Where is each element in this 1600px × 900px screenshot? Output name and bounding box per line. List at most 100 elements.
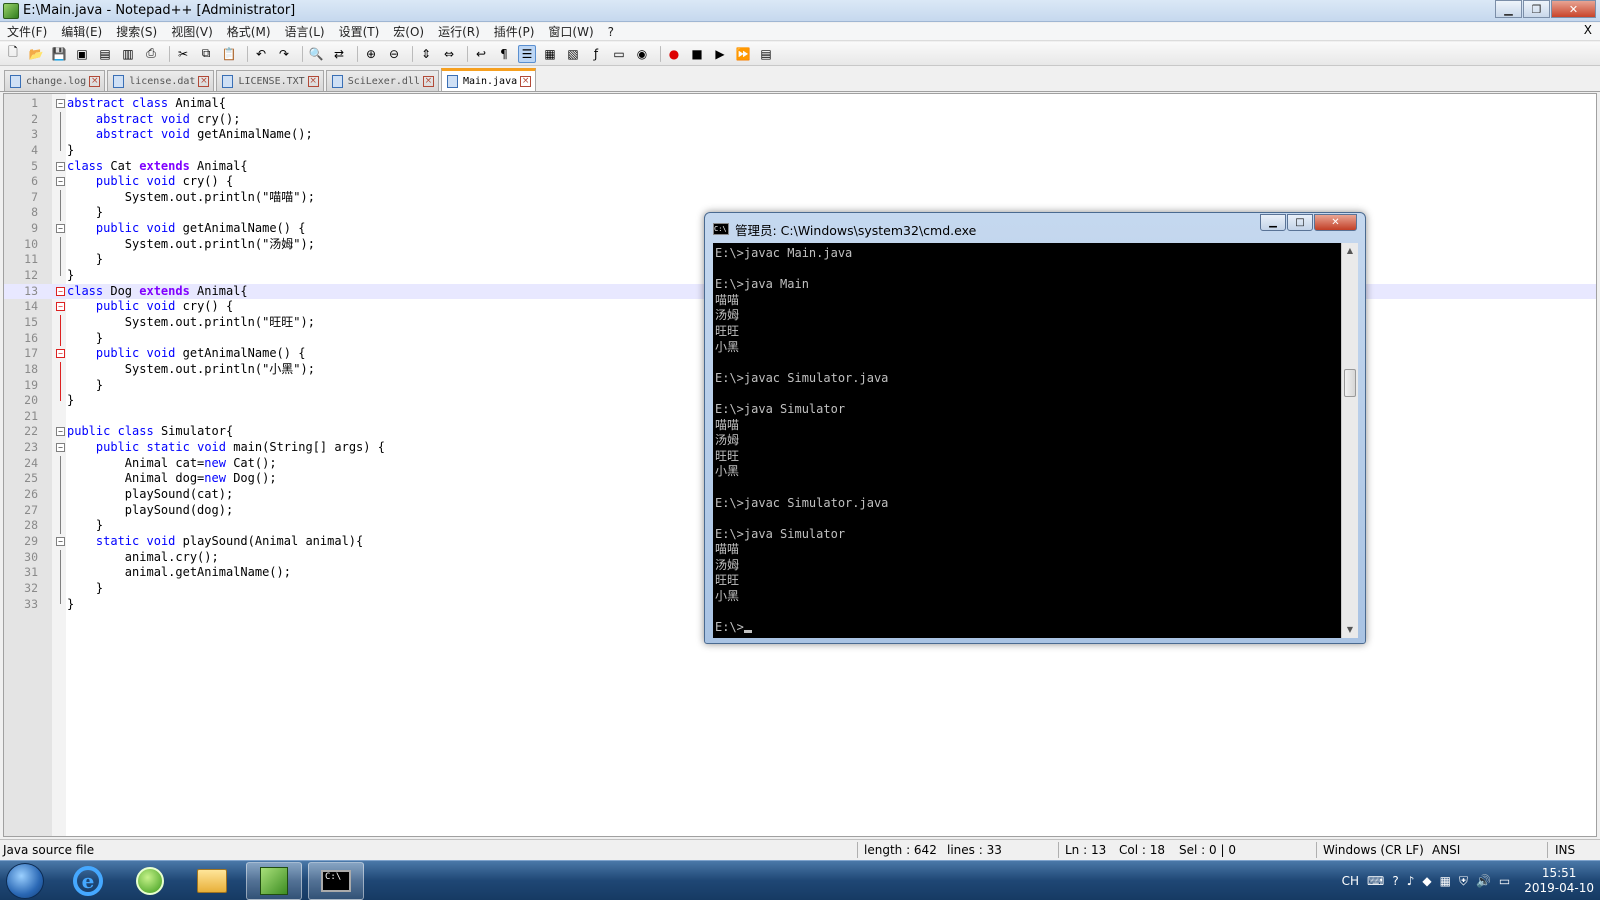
close-button[interactable]: ✕ [1551,0,1596,18]
notification-icon[interactable]: ♪ [1407,874,1415,888]
status-eol[interactable]: Windows (CR LF) [1323,843,1424,857]
save-macro-icon[interactable]: ▤ [757,45,775,63]
menu-macro[interactable]: 宏(O) [386,23,431,40]
menu-language[interactable]: 语言(L) [278,23,332,40]
tab-scilexer-dll[interactable]: SciLexer.dll × [325,70,439,91]
fold-toggle-icon[interactable]: − [56,99,65,108]
keyboard-icon[interactable]: ⌨ [1367,874,1384,888]
code-line[interactable]: 7 System.out.println("喵喵"); [4,189,1596,206]
taskbar-notepadpp[interactable] [246,862,302,900]
code-line[interactable]: 3 abstract void getAnimalName(); [4,127,1596,143]
clock[interactable]: 15:51 2019-04-10 [1524,866,1594,896]
menu-view[interactable]: 视图(V) [164,23,220,40]
code-line[interactable]: 2 abstract void cry(); [4,111,1596,128]
taskbar-browser[interactable] [122,862,178,900]
app-tray-icon[interactable]: ◆ [1422,874,1431,888]
cmd-maximize-button[interactable]: □ [1287,214,1313,231]
menu-format[interactable]: 格式(M) [220,23,278,40]
scroll-down-icon[interactable]: ▼ [1342,622,1358,638]
status-insert-mode[interactable]: INS [1555,843,1575,857]
tab-close-icon[interactable]: × [520,75,532,87]
zoom-in-icon[interactable]: ⊕ [362,45,380,63]
fold-toggle-icon[interactable]: − [56,224,65,234]
new-file-icon[interactable]: 🗋 [4,45,22,63]
scroll-up-icon[interactable]: ▲ [1342,243,1358,259]
shield-icon[interactable]: ⛨ [1459,874,1468,889]
tab-close-icon[interactable]: × [198,75,210,87]
taskbar-cmd[interactable]: C:\ [308,862,364,900]
tab-main-java[interactable]: Main.java × [440,68,537,91]
copy-icon[interactable]: ⧉ [197,45,215,63]
paste-icon[interactable]: 📋 [220,45,238,63]
close-file-icon[interactable]: ▤ [96,45,114,63]
sync-horizontal-icon[interactable]: ⇔ [440,45,458,63]
cmd-minimize-button[interactable]: ▁ [1260,214,1286,231]
fold-toggle-icon[interactable]: − [56,177,65,187]
minimize-button[interactable]: ▁ [1495,0,1522,18]
tab-license-dat[interactable]: license.dat × [107,70,215,91]
status-encoding[interactable]: ANSI [1432,843,1460,857]
fold-toggle-icon[interactable]: − [56,536,65,546]
scroll-thumb[interactable] [1344,369,1356,397]
menu-run[interactable]: 运行(R) [431,23,487,40]
run-macro-multiple-icon[interactable]: ⏩ [734,45,752,63]
close-document-button[interactable]: X [1584,23,1592,37]
menu-plugins[interactable]: 插件(P) [487,23,542,40]
menu-edit[interactable]: 编辑(E) [54,23,109,40]
display-icon[interactable]: ▭ [1499,874,1510,888]
record-macro-icon[interactable]: ● [665,45,683,63]
zoom-out-icon[interactable]: ⊖ [385,45,403,63]
code-line[interactable]: 1 − abstract class Animal{ [4,96,1596,112]
tab-license-txt[interactable]: LICENSE.TXT × [216,70,324,91]
menu-window[interactable]: 窗口(W) [541,23,600,40]
redo-icon[interactable]: ↷ [275,45,293,63]
tab-close-icon[interactable]: × [89,75,101,87]
volume-icon[interactable]: 🔊 [1476,874,1491,888]
word-wrap-icon[interactable]: ↩ [472,45,490,63]
fold-toggle-icon[interactable]: − [56,349,65,359]
fold-toggle-icon[interactable]: − [56,161,65,171]
fold-toggle-icon[interactable]: − [56,286,65,296]
menu-settings[interactable]: 设置(T) [332,23,387,40]
cmd-close-button[interactable]: ✕ [1314,214,1357,231]
code-line[interactable]: 5 − class Cat extends Animal{ [4,159,1596,175]
restore-button[interactable]: ❐ [1523,0,1550,18]
doc-map-icon[interactable]: ▧ [564,45,582,63]
start-button[interactable] [6,863,44,899]
menu-help[interactable]: ? [601,25,621,39]
cmd-scrollbar[interactable]: ▲ ▼ [1341,243,1358,638]
help-icon[interactable]: ? [1392,874,1398,888]
tab-change-log[interactable]: change.log × [4,70,106,91]
taskbar-explorer[interactable] [184,862,240,900]
find-icon[interactable]: 🔍 [307,45,325,63]
user-language-icon[interactable]: ▦ [541,45,559,63]
fold-toggle-icon[interactable]: − [56,302,65,312]
taskbar-ie[interactable]: e [60,862,116,900]
fold-toggle-icon[interactable]: − [56,427,65,437]
ime-lang[interactable]: CH [1342,874,1359,888]
console-prompt[interactable]: E:\> [715,620,1339,636]
console-output[interactable]: E:\>javac Main.java E:\>java Main 喵喵 汤姆 旺旺 小黑… [713,243,1341,638]
cut-icon[interactable]: ✂ [174,45,192,63]
menu-file[interactable]: 文件(F) [0,23,54,40]
network-icon[interactable]: ▦ [1440,874,1451,888]
code-line[interactable]: 4} [4,142,1596,159]
fold-toggle-icon[interactable]: − [56,443,65,453]
cmd-window[interactable]: C:\ 管理员: C:\Windows\system32\cmd.exe ▁ □… [704,212,1366,644]
show-all-chars-icon[interactable]: ¶ [495,45,513,63]
stop-macro-icon[interactable]: ■ [688,45,706,63]
function-list-icon[interactable]: ƒ [587,45,605,63]
tab-close-icon[interactable]: × [307,75,319,87]
monitoring-icon[interactable]: ◉ [633,45,651,63]
code-line[interactable]: 6 − public void cry() { [4,174,1596,190]
menu-search[interactable]: 搜索(S) [109,23,164,40]
close-all-icon[interactable]: ▥ [119,45,137,63]
tab-close-icon[interactable]: × [422,75,434,87]
undo-icon[interactable]: ↶ [252,45,270,63]
sync-vertical-icon[interactable]: ⇕ [417,45,435,63]
open-file-icon[interactable]: 📂 [27,45,45,63]
folder-workspace-icon[interactable]: ▭ [610,45,628,63]
indent-guide-icon[interactable]: ☰ [518,44,536,63]
replace-icon[interactable]: ⇄ [330,45,348,63]
save-all-icon[interactable]: ▣ [73,45,91,63]
